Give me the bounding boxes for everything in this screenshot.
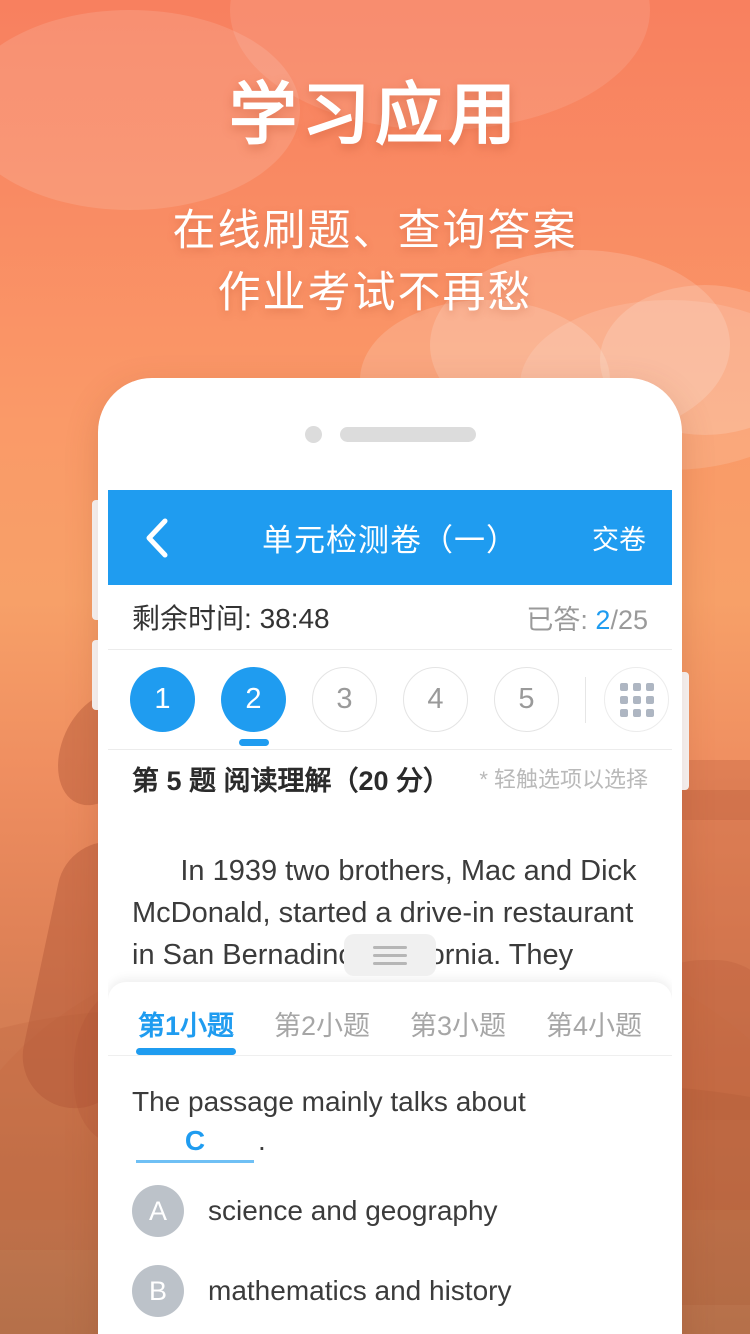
tab-sub-question-4[interactable]: 第4小题 — [526, 1004, 662, 1055]
question-stem-after: . — [258, 1125, 266, 1157]
app-navbar: 单元检测卷（一） 交卷 — [108, 490, 672, 585]
pager-item-5[interactable]: 5 — [494, 667, 559, 732]
question-meta: 第 5 题 阅读理解（20 分） * 轻触选项以选择 — [108, 750, 672, 806]
pager-item-label: 3 — [336, 683, 353, 715]
app-screen: 单元检测卷（一） 交卷 剩余时间: 38:48 已答: 2/25 1 2 3 4… — [108, 490, 672, 1334]
tab-sub-question-1[interactable]: 第1小题 — [118, 1004, 254, 1055]
page-title: 学习应用 — [228, 77, 521, 153]
tab-sub-question-2[interactable]: 第2小题 — [254, 1004, 390, 1055]
speaker-grille — [339, 427, 476, 442]
camera-icon — [304, 426, 322, 443]
pager-current-indicator — [238, 739, 269, 746]
promo-subtitle-block: 在线刷题、查询答案 作业考试不再愁 — [0, 200, 750, 325]
pager-item-4[interactable]: 4 — [403, 667, 468, 732]
question-title: 第 5 题 阅读理解（20 分） — [132, 765, 451, 796]
pager-item-label: 5 — [518, 683, 535, 715]
navbar-title: 单元检测卷（一） — [262, 523, 518, 558]
remaining-time-label: 剩余时间: — [132, 603, 252, 634]
pager-item-label: 4 — [427, 683, 444, 715]
back-button[interactable] — [134, 516, 178, 560]
answered-label: 已答: — [526, 604, 588, 635]
sub-question-tabs: 第1小题 第2小题 第3小题 第4小题 — [108, 982, 672, 1056]
pager-item-3[interactable]: 3 — [312, 667, 377, 732]
timer-bar: 剩余时间: 38:48 已答: 2/25 — [108, 585, 672, 650]
answered-count: 2 — [595, 604, 611, 635]
promo-subtitle-line-2: 作业考试不再愁 — [217, 269, 533, 318]
option-letter-badge: A — [132, 1185, 184, 1238]
promo-subtitle-line-1: 在线刷题、查询答案 — [172, 207, 578, 255]
question-stem: The passage mainly talks about C. — [108, 1056, 672, 1171]
question-stem-before: The passage mainly talks about — [132, 1086, 526, 1117]
pager-item-1[interactable]: 1 — [130, 667, 195, 732]
submit-exam-button[interactable]: 交卷 — [592, 518, 646, 557]
hamburger-drag-handle-icon[interactable] — [344, 934, 436, 976]
remaining-time-value: 38:48 — [259, 603, 330, 634]
tab-sub-question-3[interactable]: 第3小题 — [390, 1004, 526, 1055]
remaining-time: 剩余时间: 38:48 — [132, 597, 330, 637]
question-pager: 1 2 3 4 5 — [108, 650, 672, 750]
question-grid-button[interactable] — [604, 667, 669, 732]
answer-sheet-panel: 第1小题 第2小题 第3小题 第4小题 The passage mainly t… — [108, 982, 672, 1334]
option-a[interactable]: A science and geography — [108, 1171, 672, 1251]
grid-nine-dots-icon — [619, 682, 654, 717]
pager-item-label: 1 — [154, 683, 171, 715]
pager-item-label: 2 — [245, 683, 262, 715]
answer-blank[interactable]: C — [136, 1121, 254, 1164]
promo-screenshot: 学习应用 在线刷题、查询答案 作业考试不再愁 单元检测卷（一） 交卷 剩余时间:… — [0, 0, 750, 1334]
reading-passage: In 1939 two brothers, Mac and Dick McDon… — [108, 806, 672, 978]
option-b[interactable]: B mathematics and history — [108, 1251, 672, 1331]
phone-power-button — [681, 672, 689, 790]
option-letter-badge: B — [132, 1265, 184, 1318]
phone-notch — [98, 426, 682, 443]
promo-headline-block: 学习应用 — [0, 78, 750, 153]
pager-divider — [585, 676, 586, 723]
answered-total: /25 — [610, 604, 648, 635]
selection-hint: * 轻触选项以选择 — [479, 767, 648, 792]
chevron-left-icon — [143, 517, 169, 559]
option-text: mathematics and history — [208, 1275, 512, 1307]
pager-item-2[interactable]: 2 — [221, 667, 286, 746]
answered-counter: 已答: 2/25 — [526, 598, 648, 637]
option-text: science and geography — [208, 1195, 498, 1227]
